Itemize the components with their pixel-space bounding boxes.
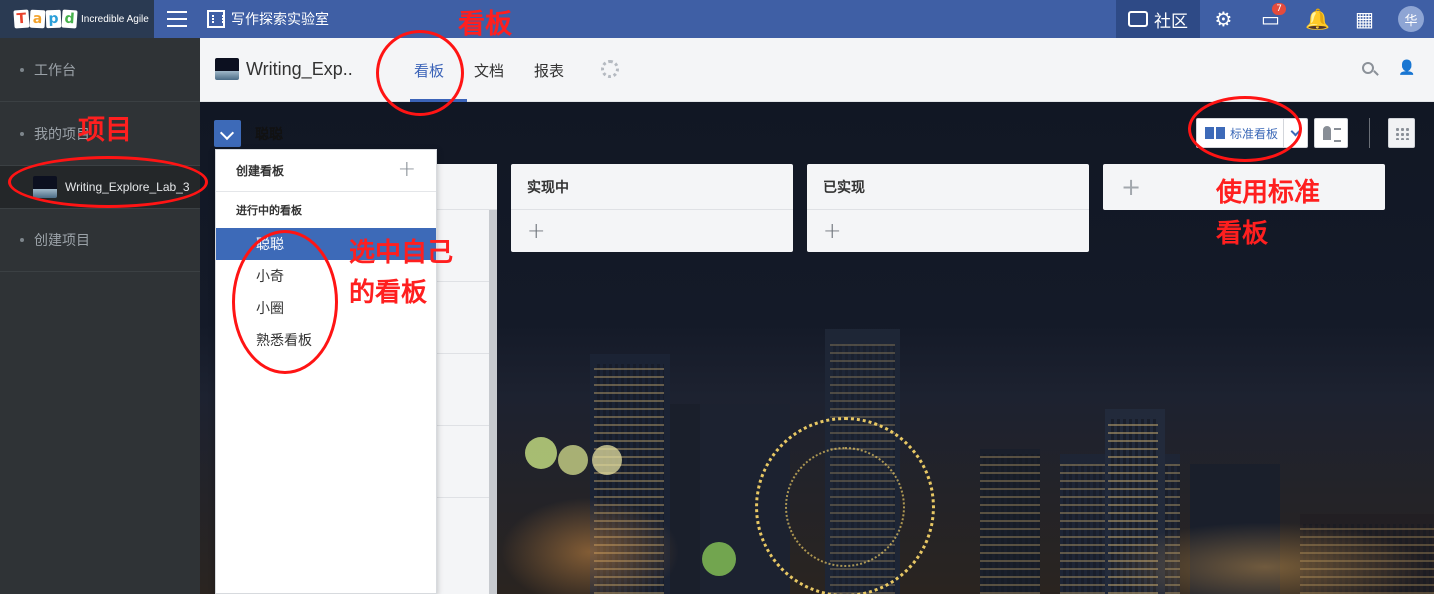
add-card-button[interactable]: + [511,210,793,252]
background-building-windows [980,454,1040,594]
sidebar-item-label: 工作台 [34,62,76,79]
logo-tagline: Incredible Agile [81,13,149,25]
logo-mark: T a p d [13,9,78,29]
annotation-select-own: 选中自己 [349,238,454,268]
current-board-title[interactable]: 聪聪 [255,124,283,144]
board-switcher-menu: 创建看板 + 进行中的看板 聪聪 小奇 小圈 熟悉看板 [215,149,437,594]
bullet-dot [20,238,24,242]
logo-letter: a [29,9,46,29]
annotation-board-tab: 看板 [458,9,512,40]
annotation-circle [8,156,208,208]
card-slot [436,354,497,426]
bokeh-light [525,437,557,469]
section-heading: 进行中的看板 [236,204,302,217]
tab-reports[interactable]: 报表 [534,60,564,81]
card-slot [436,282,497,354]
notification-count-badge: 7 [1272,3,1286,15]
logo-letter: d [61,9,78,29]
bokeh-light [592,445,622,475]
annotation-use-standard: 看板 [1216,219,1269,249]
annotation-circle [232,230,338,374]
tab-docs[interactable]: 文档 [474,60,504,81]
column-title[interactable]: 已实现 [807,164,1089,210]
community-button[interactable]: 社区 [1116,0,1200,38]
bokeh-light [558,445,588,475]
chat-bubble-icon [1128,11,1148,27]
column-header [436,164,497,210]
sidebar-item-create-project[interactable]: 创建项目 [0,208,200,272]
annotation-use-standard: 使用标准 [1216,178,1321,208]
apps-grid-icon[interactable]: ▦ [1341,0,1388,38]
bokeh-light [702,542,736,576]
add-member-icon[interactable]: 👤 [1398,60,1415,76]
logo-letter: T [13,9,30,29]
ferris-wheel-inner [785,447,905,567]
board-column-partial [436,164,497,594]
project-thumbnail [215,58,239,80]
top-right-tools: 社区 ⚙ ▭ 7 🔔 ▦ 华 [1116,0,1434,38]
sidebar-item-workbench[interactable]: 工作台 [0,38,200,102]
annotation-circle [376,30,464,116]
building-icon [207,10,225,28]
annotation-project: 项目 [78,115,132,146]
company-name: 写作探索实验室 [231,12,329,28]
project-title[interactable]: Writing_Exp.. [246,59,353,80]
user-avatar[interactable]: 华 [1398,6,1424,32]
board-switcher-toggle[interactable] [214,120,241,147]
inbox-icon[interactable]: ▭ 7 [1247,0,1294,38]
annotation-select-own: 的看板 [349,278,428,308]
member-view-button[interactable] [1314,118,1348,148]
menu-icon[interactable] [167,11,187,27]
annotation-circle [1188,96,1302,162]
add-card-button[interactable]: + [807,210,1089,252]
create-board-label: 创建看板 [236,164,285,178]
grid-menu-icon[interactable] [1388,118,1415,148]
column-title[interactable]: 实现中 [511,164,793,210]
community-label: 社区 [1154,11,1188,32]
board-column: 实现中 + [511,164,793,252]
plus-icon[interactable]: + [398,159,416,181]
logo-letter: p [45,9,62,29]
bullet-dot [20,67,24,72]
bullet-dot [20,131,24,136]
scrollbar[interactable] [489,210,497,594]
tapd-logo[interactable]: T a p d Incredible Agile [0,0,154,38]
company-switcher[interactable]: 写作探索实验室 [207,0,329,38]
board-column: 已实现 + [807,164,1089,252]
sidebar-item-label: 创建项目 [34,233,90,249]
settings-icon[interactable]: ⚙ [1200,0,1247,38]
card-slot [436,426,497,498]
create-board-item[interactable]: 创建看板 + [216,150,436,192]
project-settings-icon[interactable] [601,60,619,78]
search-icon[interactable] [1362,62,1374,74]
toolbar-divider [1369,118,1370,148]
bell-icon[interactable]: 🔔 [1294,0,1341,38]
top-bar: T a p d Incredible Agile 写作探索实验室 社区 ⚙ ▭ … [0,0,1434,38]
